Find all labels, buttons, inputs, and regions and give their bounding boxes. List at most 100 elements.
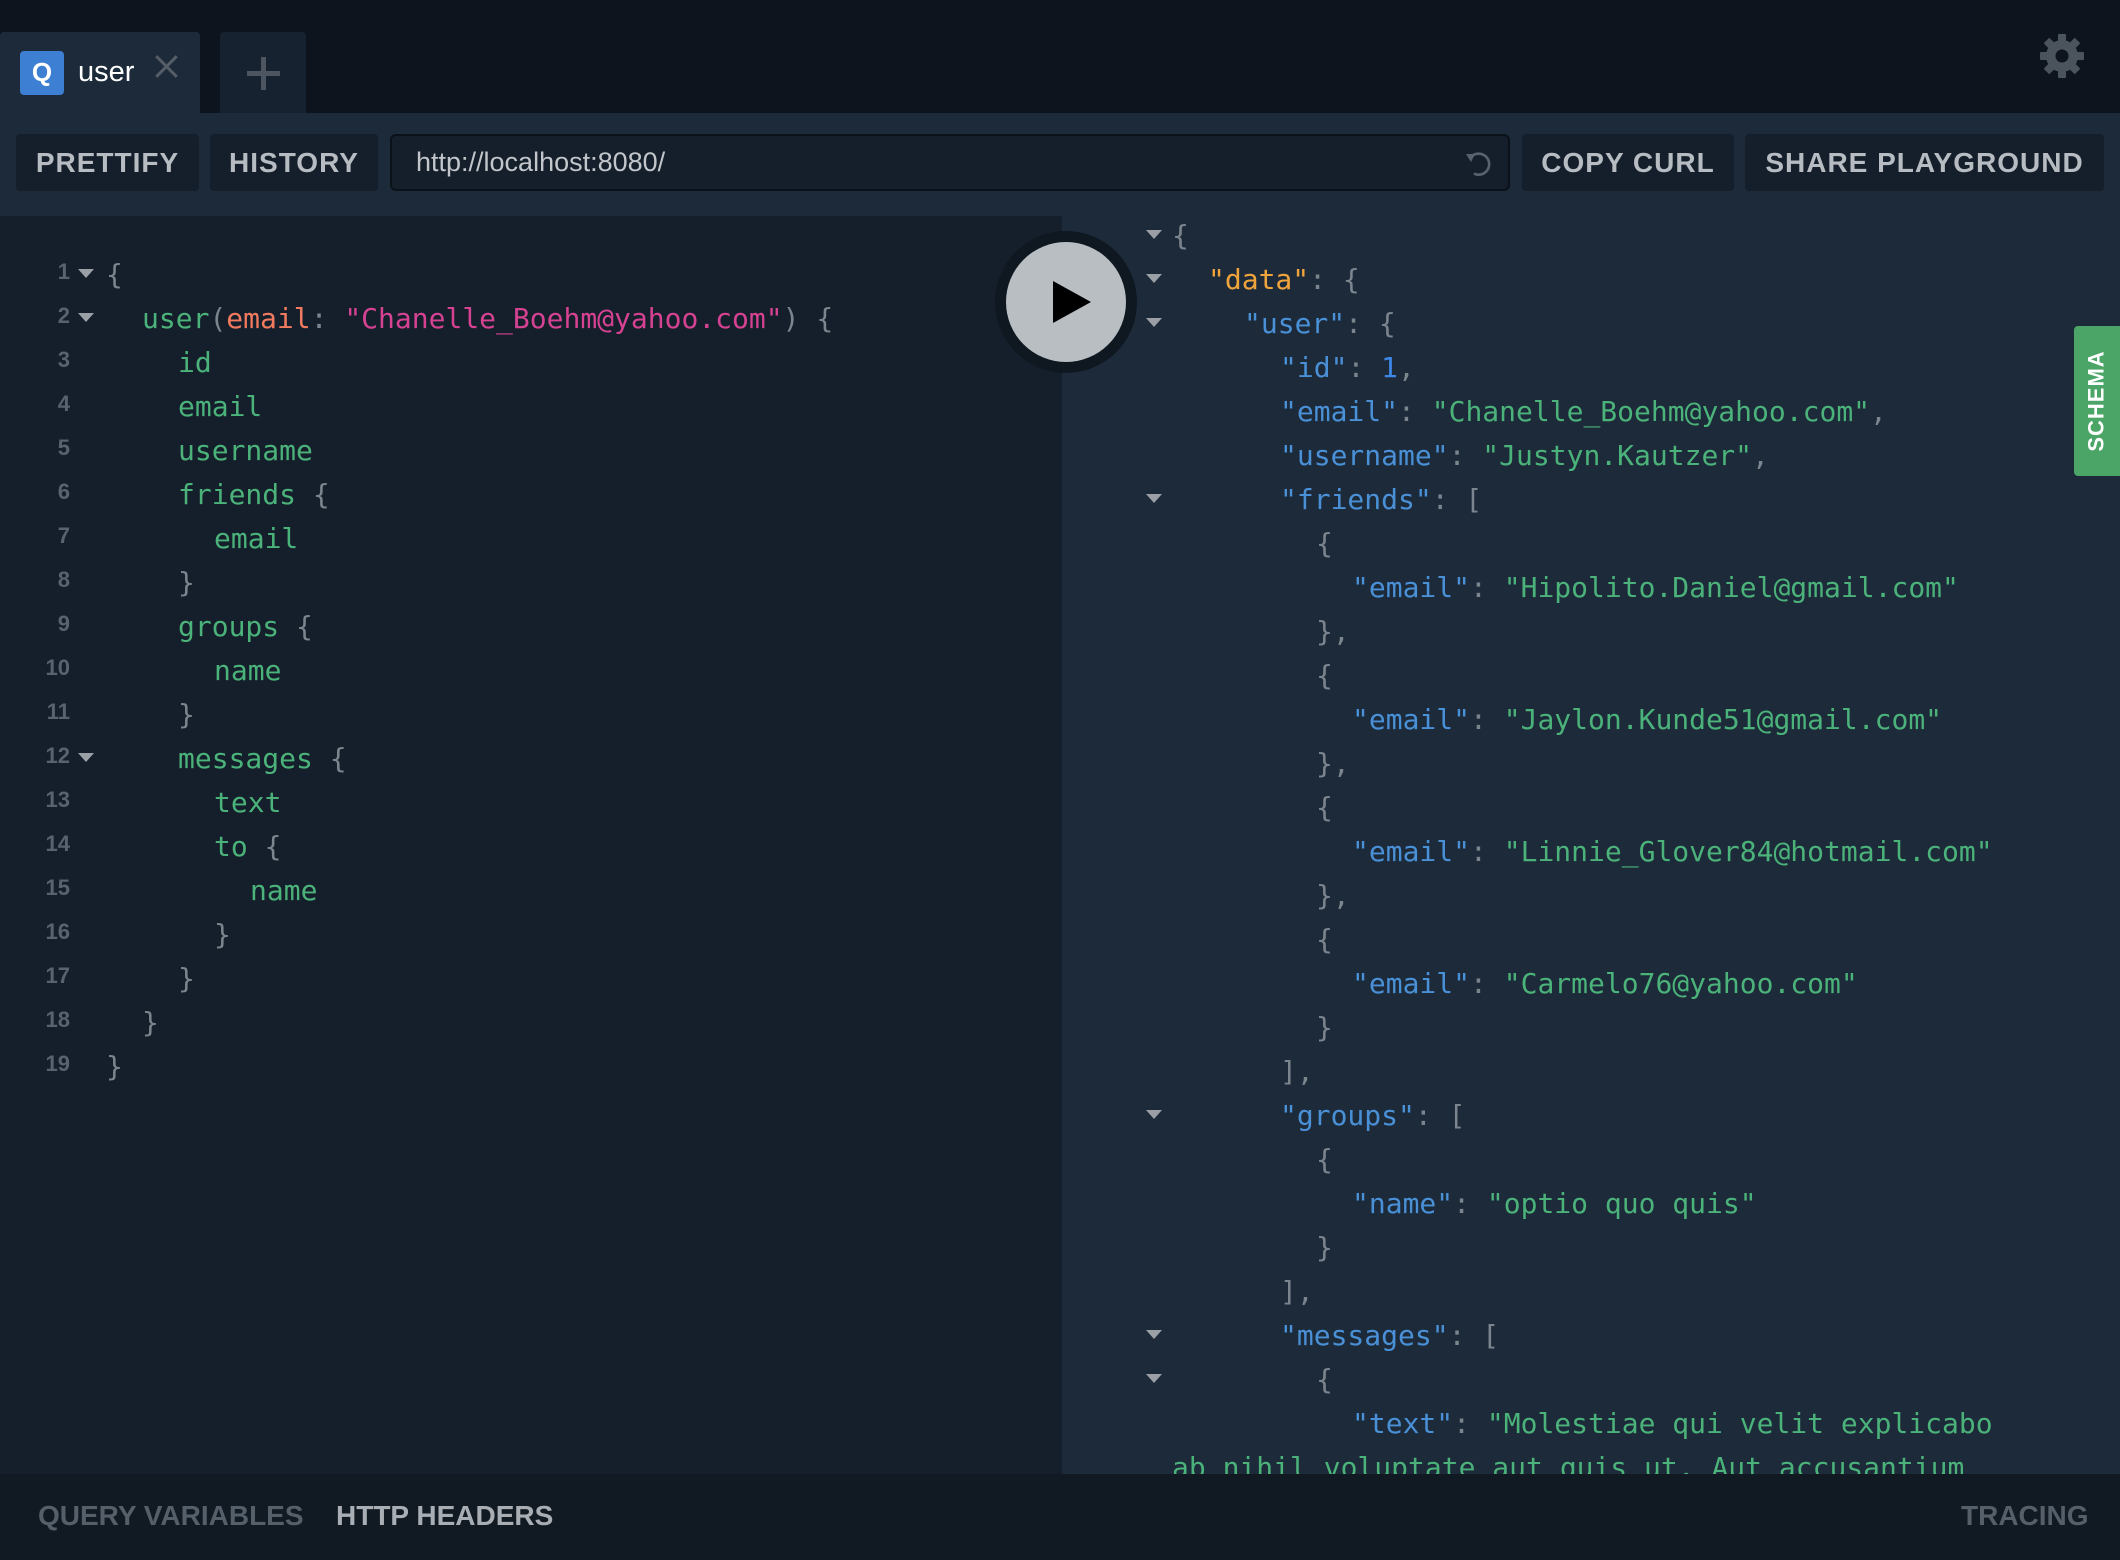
schema-tab-label: SCHEMA (2084, 350, 2109, 452)
editor-line[interactable]: 1{ (0, 253, 1000, 297)
result-token: ], (1280, 1055, 1314, 1088)
editor-line[interactable]: 6 friends { (0, 473, 1000, 517)
code-token: username (178, 434, 313, 467)
schema-tab[interactable]: SCHEMA (2074, 326, 2120, 476)
result-line: } (1062, 1006, 2112, 1050)
editor-line[interactable]: 2 user(email: "Chanelle_Boehm@yahoo.com")… (0, 297, 1000, 341)
result-line: { (1062, 216, 2112, 258)
result-token: { (1172, 219, 1189, 252)
fold-arrow-icon[interactable] (1146, 274, 1162, 283)
result-line: { (1062, 654, 2112, 698)
tab-user[interactable]: Q user (0, 32, 200, 113)
code-text: user(email: "Chanelle_Boehm@yahoo.com") … (142, 297, 833, 341)
result-line: "data": { (1062, 258, 2112, 302)
line-number: 17 (45, 963, 70, 988)
editor-line[interactable]: 4 email (0, 385, 1000, 429)
result-token: : (1453, 1407, 1487, 1440)
code-token: { (279, 610, 313, 643)
result-text: { (1316, 786, 1333, 830)
result-text: "email": "Chanelle_Boehm@yahoo.com", (1280, 390, 1887, 434)
fold-arrow-icon[interactable] (78, 313, 94, 322)
line-number: 10 (45, 655, 70, 680)
result-token: "text" (1352, 1407, 1454, 1440)
gear-icon[interactable] (2038, 32, 2086, 80)
line-number: 15 (45, 875, 70, 900)
fold-arrow-icon[interactable] (78, 753, 94, 762)
result-token: : (1470, 967, 1504, 1000)
code-token: messages (178, 742, 313, 775)
result-token: }, (1316, 615, 1350, 648)
editor-line[interactable]: 11} (0, 693, 1000, 737)
result-text: "data": { (1208, 258, 1360, 302)
query-editor[interactable]: 1{2 user(email: "Chanelle_Boehm@yahoo.com… (0, 216, 1062, 1474)
result-line: } (1062, 1226, 2112, 1270)
result-text: }, (1316, 874, 1350, 918)
editor-line[interactable]: 16} (0, 913, 1000, 957)
result-text: ], (1280, 1050, 1314, 1094)
code-text: email (214, 517, 298, 561)
prettify-button[interactable]: PRETTIFY (16, 134, 199, 191)
history-button[interactable]: HISTORY (210, 134, 378, 191)
editor-line[interactable]: 17} (0, 957, 1000, 1001)
result-token: { (1316, 1143, 1333, 1176)
toolbar: PRETTIFY HISTORY COPY CURL SHARE PLAYGRO… (0, 113, 2120, 216)
execute-query-button[interactable] (995, 231, 1137, 373)
result-token: : [ (1431, 483, 1483, 516)
result-token: "email" (1352, 967, 1471, 1000)
fold-arrow-icon[interactable] (1146, 494, 1162, 503)
add-tab-button[interactable] (220, 32, 306, 113)
endpoint-url-input[interactable] (392, 136, 1432, 189)
code-token: { (106, 258, 123, 291)
editor-line[interactable]: 19} (0, 1045, 1000, 1089)
editor-line[interactable]: 3 id (0, 341, 1000, 385)
code-token: ) { (782, 302, 834, 335)
editor-line[interactable]: 18} (0, 1001, 1000, 1045)
code-token: user (142, 302, 210, 335)
share-playground-button[interactable]: SHARE PLAYGROUND (1745, 134, 2104, 191)
result-text: "messages": [ (1280, 1314, 1499, 1358)
close-icon[interactable] (153, 53, 179, 79)
editor-line[interactable]: 7 email (0, 517, 1000, 561)
result-token: : (1448, 439, 1483, 472)
tab-bar: Q user (0, 0, 2120, 113)
editor-line[interactable]: 13 text (0, 781, 1000, 825)
editor-line[interactable]: 9 groups { (0, 605, 1000, 649)
result-token: "messages" (1280, 1319, 1449, 1352)
result-token: "Carmelo76@yahoo.com" (1503, 967, 1858, 1000)
result-token: : [ (1448, 1319, 1500, 1352)
reload-icon[interactable] (1462, 148, 1494, 180)
editor-line[interactable]: 8} (0, 561, 1000, 605)
line-number: 14 (45, 831, 70, 856)
code-text: } (142, 1001, 159, 1045)
result-text: { (1316, 522, 1333, 566)
editor-line[interactable]: 12 messages { (0, 737, 1000, 781)
result-line: "friends": [ (1062, 478, 2112, 522)
fold-arrow-icon[interactable] (1146, 1110, 1162, 1119)
tracing-tab[interactable]: TRACING (1961, 1500, 2089, 1532)
result-token: "email" (1352, 571, 1471, 604)
fold-arrow-icon[interactable] (1146, 1374, 1162, 1383)
fold-arrow-icon[interactable] (78, 269, 94, 278)
editor-line[interactable]: 14 to { (0, 825, 1000, 869)
fold-arrow-icon[interactable] (1146, 230, 1162, 239)
line-number: 1 (57, 259, 70, 284)
editor-line[interactable]: 15 name (0, 869, 1000, 913)
code-text: } (106, 1045, 123, 1089)
result-token: , (1398, 351, 1415, 384)
query-variables-tab[interactable]: QUERY VARIABLES (38, 1500, 304, 1532)
editor-line[interactable]: 5 username (0, 429, 1000, 473)
editor-line[interactable]: 10 name (0, 649, 1000, 693)
result-token: ab nihil voluptate aut quis ut. Aut accu… (1172, 1451, 1965, 1474)
copy-curl-button[interactable]: COPY CURL (1522, 134, 1734, 191)
fold-arrow-icon[interactable] (1146, 1330, 1162, 1339)
play-icon (1053, 281, 1091, 323)
result-token: "Molestiae qui velit explicabo (1486, 1407, 1993, 1440)
result-token: "email" (1352, 835, 1471, 868)
result-text: ab nihil voluptate aut quis ut. Aut accu… (1172, 1446, 1964, 1474)
result-text: "email": "Hipolito.Daniel@gmail.com" (1352, 566, 1959, 610)
code-token: { (296, 478, 330, 511)
result-token: "Chanelle_Boehm@yahoo.com" (1431, 395, 1871, 428)
result-token: "email" (1352, 703, 1471, 736)
http-headers-tab[interactable]: HTTP HEADERS (336, 1500, 553, 1532)
fold-arrow-icon[interactable] (1146, 318, 1162, 327)
